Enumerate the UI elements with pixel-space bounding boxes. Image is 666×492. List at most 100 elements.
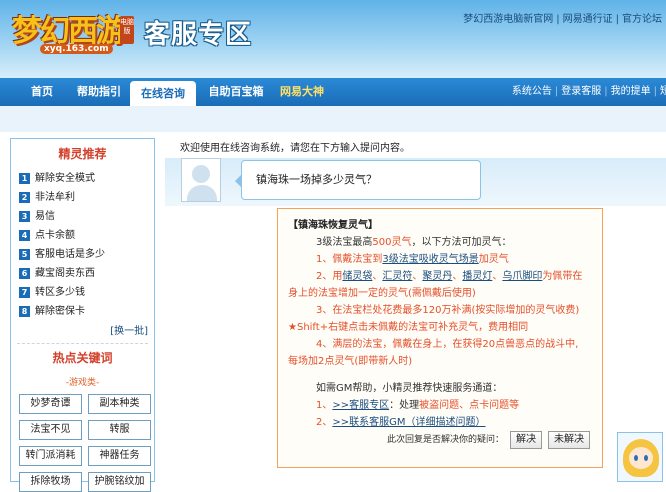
question-row: 镇海珠一场掉多少灵气？ — [165, 158, 666, 206]
header: 梦幻西游 电脑版 xyq.163.com 客服专区 梦幻西游电脑新官网 | 网易通行… — [0, 0, 666, 78]
item-number: 8 — [19, 306, 30, 317]
my-tickets-link[interactable]: 我的提单 — [611, 86, 651, 97]
avatar-face — [629, 447, 653, 469]
logo-url: xyq.163.com — [40, 44, 113, 54]
keyword-button[interactable]: 转门派消耗 — [19, 446, 82, 466]
recommend-item[interactable]: 8 解除密保卡 — [19, 302, 154, 321]
contact-gm-link[interactable]: >>联系客服GM（详细描述问题） — [332, 417, 485, 428]
keyword-button[interactable]: 副本种类 — [88, 394, 151, 414]
top-links: 梦幻西游电脑新官网 | 网易通行证 | 官方论坛 — [463, 10, 662, 25]
recommend-item-label: 易信 — [35, 211, 55, 222]
text: 1、佩戴法宝到 — [316, 254, 383, 265]
feedback-prompt: 此次回复是否解决你的疑问： — [386, 434, 504, 445]
item-number: 5 — [19, 249, 30, 260]
solved-button[interactable]: 解决 — [510, 431, 542, 449]
answer-line: 1、佩戴法宝到3级法宝吸收灵气场景加灵气 — [288, 251, 602, 268]
login-link[interactable]: 登录客服 — [561, 86, 601, 97]
text: 1、 — [316, 400, 333, 411]
nav-home[interactable]: 首页 — [20, 78, 64, 106]
item-number: 4 — [19, 230, 30, 241]
recommend-item[interactable]: 6 藏宝阁卖东西 — [19, 264, 154, 283]
item-number: 3 — [19, 211, 30, 222]
game-category-label: -游戏类- — [65, 378, 100, 388]
page-title: 客服专区 — [144, 20, 253, 50]
recommend-item[interactable]: 1 解除安全模式 — [19, 169, 154, 188]
gm-intro: 如需GM帮助，小精灵推荐快速服务通道： — [316, 383, 503, 394]
text: 为佩带在 — [542, 271, 583, 282]
sub-band — [0, 106, 666, 132]
keyword-button[interactable]: 转服 — [88, 420, 151, 440]
service-zone-link[interactable]: >>客服专区 — [332, 400, 389, 411]
recommend-list: 1 解除安全模式 2 非法牟利 3 易信 4 点卡余额 5 客服电话是多少 6 藏宝阁卖东西… — [11, 169, 154, 321]
recommend-item[interactable]: 4 点卡余额 — [19, 226, 154, 245]
nav-right-links: 系统公告 | 登录客服 | 我的提单 | 短 — [512, 78, 666, 106]
answer-line: 身上的法宝增加一定的灵气(需佩戴后使用) — [288, 288, 476, 299]
official-site-link[interactable]: 梦幻西游电脑新官网 — [463, 14, 553, 25]
gm-line: 1、>>客服专区：处理被盗问题、点卡问题等 — [288, 397, 602, 414]
nav-help[interactable]: 帮助指引 — [68, 78, 130, 106]
user-avatar — [181, 158, 221, 202]
recommend-item[interactable]: 7 转区多少钱 — [19, 283, 154, 302]
keyword-button[interactable]: 拆除牧场 — [19, 472, 82, 492]
welcome-message: 欢迎使用在线咨询系统，请您在下方输入提问内容。 — [180, 143, 410, 154]
text: 3级法宝最高 — [316, 237, 373, 248]
text: ，以下方法可加灵气： — [411, 237, 512, 248]
item-number: 2 — [19, 192, 30, 203]
text: 2、 — [316, 417, 333, 428]
nav-online-consult[interactable]: 在线咨询 — [130, 81, 196, 106]
recommend-item-label: 点卡余额 — [35, 230, 75, 241]
answer-line: ★Shift+右键点击未佩戴的法宝可补充灵气，费用相同 — [288, 322, 529, 333]
divider: | — [554, 86, 559, 97]
text: 被盗问题、点卡问题等 — [419, 400, 520, 411]
nav-netease-dashen[interactable]: 网易大神 — [274, 78, 330, 106]
text: 、 — [412, 271, 423, 282]
text: 、 — [492, 271, 503, 282]
recommend-item[interactable]: 2 非法牟利 — [19, 188, 154, 207]
keyword-button[interactable]: 法宝不见 — [19, 420, 82, 440]
keyword-button[interactable]: 妙梦奇谭 — [19, 394, 82, 414]
item-number: 7 — [19, 287, 30, 298]
unsolved-button[interactable]: 未解决 — [548, 431, 590, 449]
refresh-batch-link[interactable]: [换一批] — [11, 321, 154, 343]
divider: | — [615, 14, 619, 25]
text: ：处理 — [389, 400, 420, 411]
recommend-item-label: 解除安全模式 — [35, 173, 95, 184]
sms-link[interactable]: 短 — [660, 86, 666, 97]
hot-keywords-title: 热点关键词 — [52, 351, 113, 365]
item-link[interactable]: 储灵袋 — [342, 271, 372, 282]
divider: | — [556, 14, 560, 25]
recommend-item[interactable]: 5 客服电话是多少 — [19, 245, 154, 264]
answer-line: 4、满层的法宝，佩戴在身上，在获得20点兽恶点的战斗中, — [316, 339, 579, 350]
item-link[interactable]: 聚灵丹 — [422, 271, 452, 282]
item-link[interactable]: 乌爪脚印 — [502, 271, 542, 282]
main-nav: 首页 帮助指引 在线咨询 自助百宝箱 网易大神 系统公告 | 登录客服 | 我的提单 | 短 — [0, 78, 666, 106]
chat-area: 欢迎使用在线咨询系统，请您在下方输入提问内容。 镇海珠一场掉多少灵气？ 【镇海珠… — [165, 130, 666, 482]
recommend-item[interactable]: 3 易信 — [19, 207, 154, 226]
item-link[interactable]: 汇灵符 — [382, 271, 412, 282]
nav-self-service[interactable]: 自助百宝箱 — [200, 78, 272, 106]
item-link[interactable]: 播灵灯 — [462, 271, 492, 282]
recommend-item-label: 藏宝阁卖东西 — [35, 268, 95, 279]
text: 加灵气 — [478, 254, 509, 265]
highlight: 500灵气 — [372, 237, 412, 248]
gm-line: 2、>>联系客服GM（详细描述问题） — [288, 414, 602, 431]
logo[interactable]: 梦幻西游 电脑版 xyq.163.com — [8, 4, 134, 62]
recommend-title: 精灵推荐 — [58, 147, 107, 161]
scene-link[interactable]: 3级法宝吸收灵气场景 — [382, 254, 478, 265]
logo-badge: 电脑版 — [120, 16, 134, 44]
keyword-button[interactable]: 护腕铭纹加 — [88, 472, 151, 492]
keyword-button[interactable]: 神器任务 — [88, 446, 151, 466]
text: 、 — [372, 271, 383, 282]
recommend-item-label: 非法牟利 — [35, 192, 75, 203]
recommend-item-label: 转区多少钱 — [35, 287, 85, 298]
announcement-link[interactable]: 系统公告 — [512, 86, 552, 97]
answer-title: 【镇海珠恢复灵气】 — [288, 220, 378, 231]
answer-line: 3、在法宝栏处花费最多120万补满(按实际增加的灵气收费) — [316, 305, 580, 316]
item-number: 1 — [19, 173, 30, 184]
passport-link[interactable]: 网易通行证 — [563, 14, 613, 25]
divider: | — [604, 86, 608, 97]
text: 2、用 — [316, 271, 343, 282]
text: 、 — [452, 271, 463, 282]
forum-link[interactable]: 官方论坛 — [622, 14, 662, 25]
avatar-eye — [634, 455, 638, 461]
